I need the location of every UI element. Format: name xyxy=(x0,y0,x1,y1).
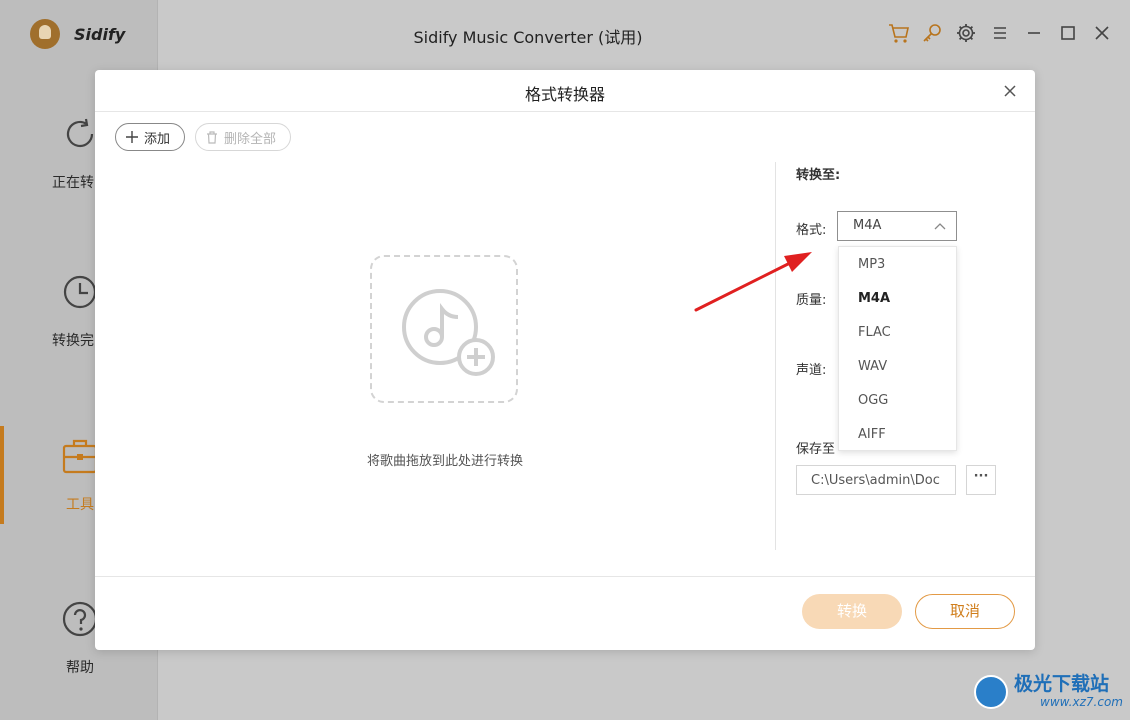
plus-icon xyxy=(126,131,138,143)
save-to-label: 保存至 xyxy=(796,442,836,457)
sidebar-item-label: 正在转 xyxy=(52,175,94,191)
add-button-label: 添加 xyxy=(144,131,171,147)
cart-icon[interactable] xyxy=(888,22,910,44)
sidebar-item-label: 转换完 xyxy=(52,333,94,349)
format-select[interactable]: M4A xyxy=(837,211,957,241)
cancel-button[interactable]: 取消 xyxy=(915,594,1015,629)
format-dropdown: MP3 M4A FLAC WAV OGG AIFF xyxy=(838,246,957,451)
delete-all-button[interactable]: 删除全部 xyxy=(195,123,291,151)
chevron-up-icon xyxy=(934,223,946,230)
app-name: Sidify xyxy=(74,24,126,44)
dialog-close-icon[interactable] xyxy=(1001,82,1019,100)
sidebar-item-label: 工具 xyxy=(66,497,94,513)
convert-button[interactable]: 转换 xyxy=(802,594,902,629)
format-option-mp3[interactable]: MP3 xyxy=(839,247,956,281)
delete-all-button-label: 删除全部 xyxy=(224,131,277,147)
format-option-aiff[interactable]: AIFF xyxy=(839,417,956,451)
format-option-m4a[interactable]: M4A xyxy=(839,281,956,315)
format-label: 格式: xyxy=(796,223,827,238)
site-watermark: 极光下载站 www.xz7.com xyxy=(962,665,1123,715)
format-option-flac[interactable]: FLAC xyxy=(839,315,956,349)
trash-icon xyxy=(207,130,217,144)
channel-label: 声道: xyxy=(796,363,827,378)
footer-divider xyxy=(95,576,1035,577)
watermark-url: www.xz7.com xyxy=(1040,695,1123,709)
sidebar-item-label: 帮助 xyxy=(66,660,94,676)
convert-to-heading: 转换至: xyxy=(796,168,841,183)
close-icon[interactable] xyxy=(1091,22,1113,44)
help-icon xyxy=(62,601,98,637)
minimize-icon[interactable] xyxy=(1023,22,1045,44)
format-select-value: M4A xyxy=(853,218,882,233)
format-option-ogg[interactable]: OGG xyxy=(839,383,956,417)
watermark-title: 极光下载站 xyxy=(1014,673,1110,695)
add-button[interactable]: 添加 xyxy=(115,123,185,151)
window-title: Sidify Music Converter (试用) xyxy=(413,28,643,47)
drop-zone[interactable] xyxy=(370,255,518,403)
maximize-icon[interactable] xyxy=(1057,22,1079,44)
panel-divider xyxy=(775,162,776,550)
gear-icon[interactable] xyxy=(955,22,977,44)
sidify-logo-icon xyxy=(30,19,60,49)
format-option-wav[interactable]: WAV xyxy=(839,349,956,383)
quality-label: 质量: xyxy=(796,293,827,308)
clock-icon xyxy=(63,275,97,309)
format-converter-dialog: 格式转换器 添加 删除全部 将歌曲拖放到此处进行转换 转换至: 格式: M4A xyxy=(95,70,1035,650)
key-icon[interactable] xyxy=(921,22,943,44)
dialog-title: 格式转换器 xyxy=(524,85,605,104)
browse-button[interactable]: ··· xyxy=(966,465,996,495)
watermark-logo-icon xyxy=(974,675,1008,709)
menu-icon[interactable] xyxy=(989,22,1011,44)
refresh-icon xyxy=(66,118,94,148)
drop-hint-text: 将歌曲拖放到此处进行转换 xyxy=(366,454,523,469)
toolbox-icon xyxy=(62,439,98,474)
app-logo: Sidify xyxy=(30,18,125,50)
titlebar: Sidify Music Converter (试用) xyxy=(158,0,1130,68)
dialog-header: 格式转换器 xyxy=(95,70,1035,112)
add-music-icon xyxy=(402,289,495,376)
save-path-field[interactable]: C:\Users\admin\Doc xyxy=(796,465,956,495)
